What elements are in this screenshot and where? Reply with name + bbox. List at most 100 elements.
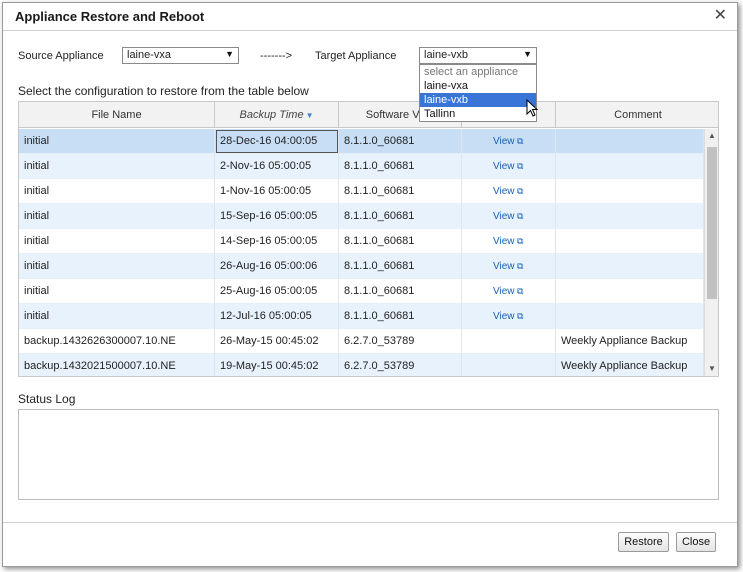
external-link-icon[interactable]: ⧉: [515, 161, 523, 171]
dropdown-option-tallinn[interactable]: Tallinn: [420, 107, 536, 121]
time-cell: 26-Aug-16 05:00:06: [215, 254, 339, 279]
external-link-icon[interactable]: ⧉: [515, 311, 523, 321]
comment-cell: [556, 254, 704, 279]
time-cell: 12-Jul-16 05:00:05: [215, 304, 339, 329]
view-cell: View ⧉: [462, 229, 556, 254]
scrollbar-thumb[interactable]: [707, 147, 717, 299]
view-link[interactable]: View: [493, 311, 515, 322]
file-cell: initial: [19, 279, 215, 304]
instruction-text: Select the configuration to restore from…: [18, 84, 309, 98]
table-row[interactable]: initial 26-Aug-16 05:00:06 8.1.1.0_60681 Vi…: [19, 254, 704, 279]
view-link[interactable]: View: [493, 286, 515, 297]
target-appliance-select[interactable]: laine-vxb ▼: [419, 47, 537, 64]
version-cell: 8.1.1.0_60681: [339, 304, 462, 329]
dialog-titlebar: Appliance Restore and Reboot ✕: [3, 3, 737, 31]
close-icon[interactable]: ✕: [714, 7, 727, 25]
file-cell: backup.1432021500007.10.NE: [19, 354, 215, 376]
dropdown-option-placeholder[interactable]: select an appliance: [420, 65, 536, 79]
view-cell: View ⧉: [462, 154, 556, 179]
view-link[interactable]: View: [493, 186, 515, 197]
dialog-title: Appliance Restore and Reboot: [15, 9, 205, 24]
table-body: initial 28-Dec-16 04:00:05 8.1.1.0_60681 Vi…: [19, 129, 704, 376]
view-cell: View ⧉: [462, 204, 556, 229]
time-cell: 26-May-15 00:45:02: [215, 329, 339, 354]
version-cell: 8.1.1.0_60681: [339, 129, 462, 154]
column-header-backup-time[interactable]: Backup Time ▼: [215, 102, 339, 128]
file-cell: initial: [19, 129, 215, 154]
column-header-comment[interactable]: Comment: [556, 102, 718, 128]
mouse-cursor-icon: [526, 99, 539, 117]
view-cell: [462, 354, 556, 376]
external-link-icon[interactable]: ⧉: [515, 236, 523, 246]
external-link-icon[interactable]: ⧉: [515, 211, 523, 221]
version-cell: 8.1.1.0_60681: [339, 279, 462, 304]
comment-cell: [556, 204, 704, 229]
view-cell: View ⧉: [462, 179, 556, 204]
external-link-icon[interactable]: ⧉: [515, 186, 523, 196]
column-header-file-name[interactable]: File Name: [19, 102, 215, 128]
view-link[interactable]: View: [493, 161, 515, 172]
comment-cell: [556, 129, 704, 154]
table-row[interactable]: initial 14-Sep-16 05:00:05 8.1.1.0_60681 Vi…: [19, 229, 704, 254]
chevron-down-icon: ▼: [225, 49, 234, 59]
table-row[interactable]: initial 2-Nov-16 05:00:05 8.1.1.0_60681 Vie…: [19, 154, 704, 179]
version-cell: 6.2.7.0_53789: [339, 354, 462, 376]
version-cell: 8.1.1.0_60681: [339, 154, 462, 179]
time-cell: 25-Aug-16 05:00:05: [215, 279, 339, 304]
backup-table: File Name Backup Time ▼ Software Vers Com…: [18, 101, 719, 377]
view-link[interactable]: View: [493, 261, 515, 272]
version-cell: 6.2.7.0_53789: [339, 329, 462, 354]
table-row[interactable]: initial 12-Jul-16 05:00:05 8.1.1.0_60681 Vi…: [19, 304, 704, 329]
version-cell: 8.1.1.0_60681: [339, 254, 462, 279]
scroll-down-icon[interactable]: ▼: [705, 362, 718, 376]
time-cell: 28-Dec-16 04:00:05: [215, 129, 339, 154]
status-log-box: [18, 409, 719, 500]
time-cell: 1-Nov-16 05:00:05: [215, 179, 339, 204]
table-scrollbar[interactable]: ▲ ▼: [704, 129, 718, 376]
restore-button[interactable]: Restore: [618, 532, 669, 552]
table-row[interactable]: backup.1432021500007.10.NE 19-May-15 00:4…: [19, 354, 704, 376]
view-cell: View ⧉: [462, 129, 556, 154]
table-row[interactable]: backup.1432626300007.10.NE 26-May-15 00:4…: [19, 329, 704, 354]
version-cell: 8.1.1.0_60681: [339, 179, 462, 204]
version-cell: 8.1.1.0_60681: [339, 229, 462, 254]
chevron-down-icon: ▼: [523, 49, 532, 59]
sort-descending-icon: ▼: [305, 111, 314, 120]
file-cell: initial: [19, 254, 215, 279]
file-cell: initial: [19, 304, 215, 329]
table-row[interactable]: initial 28-Dec-16 04:00:05 8.1.1.0_60681 Vi…: [19, 129, 704, 154]
status-log-label: Status Log: [18, 392, 76, 406]
close-button[interactable]: Close: [676, 532, 716, 552]
comment-cell: [556, 304, 704, 329]
table-row[interactable]: initial 25-Aug-16 05:00:05 8.1.1.0_60681 Vi…: [19, 279, 704, 304]
view-link[interactable]: View: [493, 236, 515, 247]
target-appliance-value: laine-vxb: [424, 49, 469, 61]
table-row[interactable]: initial 1-Nov-16 05:00:05 8.1.1.0_60681 Vie…: [19, 179, 704, 204]
comment-cell: [556, 179, 704, 204]
time-cell: 2-Nov-16 05:00:05: [215, 154, 339, 179]
external-link-icon[interactable]: ⧉: [515, 136, 523, 146]
comment-cell: [556, 279, 704, 304]
dropdown-option-laine-vxb[interactable]: laine-vxb: [420, 93, 536, 107]
view-cell: [462, 329, 556, 354]
external-link-icon[interactable]: ⧉: [515, 261, 523, 271]
time-cell: 19-May-15 00:45:02: [215, 354, 339, 376]
external-link-icon[interactable]: ⧉: [515, 286, 523, 296]
view-link[interactable]: View: [493, 136, 515, 147]
source-appliance-select[interactable]: laine-vxa ▼: [122, 47, 239, 64]
view-cell: View ⧉: [462, 304, 556, 329]
time-cell: 14-Sep-16 05:00:05: [215, 229, 339, 254]
dropdown-option-laine-vxa[interactable]: laine-vxa: [420, 79, 536, 93]
file-cell: initial: [19, 179, 215, 204]
source-appliance-label: Source Appliance: [18, 50, 104, 62]
view-link[interactable]: View: [493, 211, 515, 222]
time-cell: 15-Sep-16 05:00:05: [215, 204, 339, 229]
table-row[interactable]: initial 15-Sep-16 05:00:05 8.1.1.0_60681 Vi…: [19, 204, 704, 229]
target-appliance-dropdown: select an appliance laine-vxa laine-vxb …: [419, 64, 537, 122]
target-appliance-label: Target Appliance: [315, 50, 397, 62]
comment-cell: [556, 229, 704, 254]
version-cell: 8.1.1.0_60681: [339, 204, 462, 229]
file-cell: initial: [19, 204, 215, 229]
dialog-footer: [3, 522, 737, 523]
scroll-up-icon[interactable]: ▲: [705, 129, 718, 143]
